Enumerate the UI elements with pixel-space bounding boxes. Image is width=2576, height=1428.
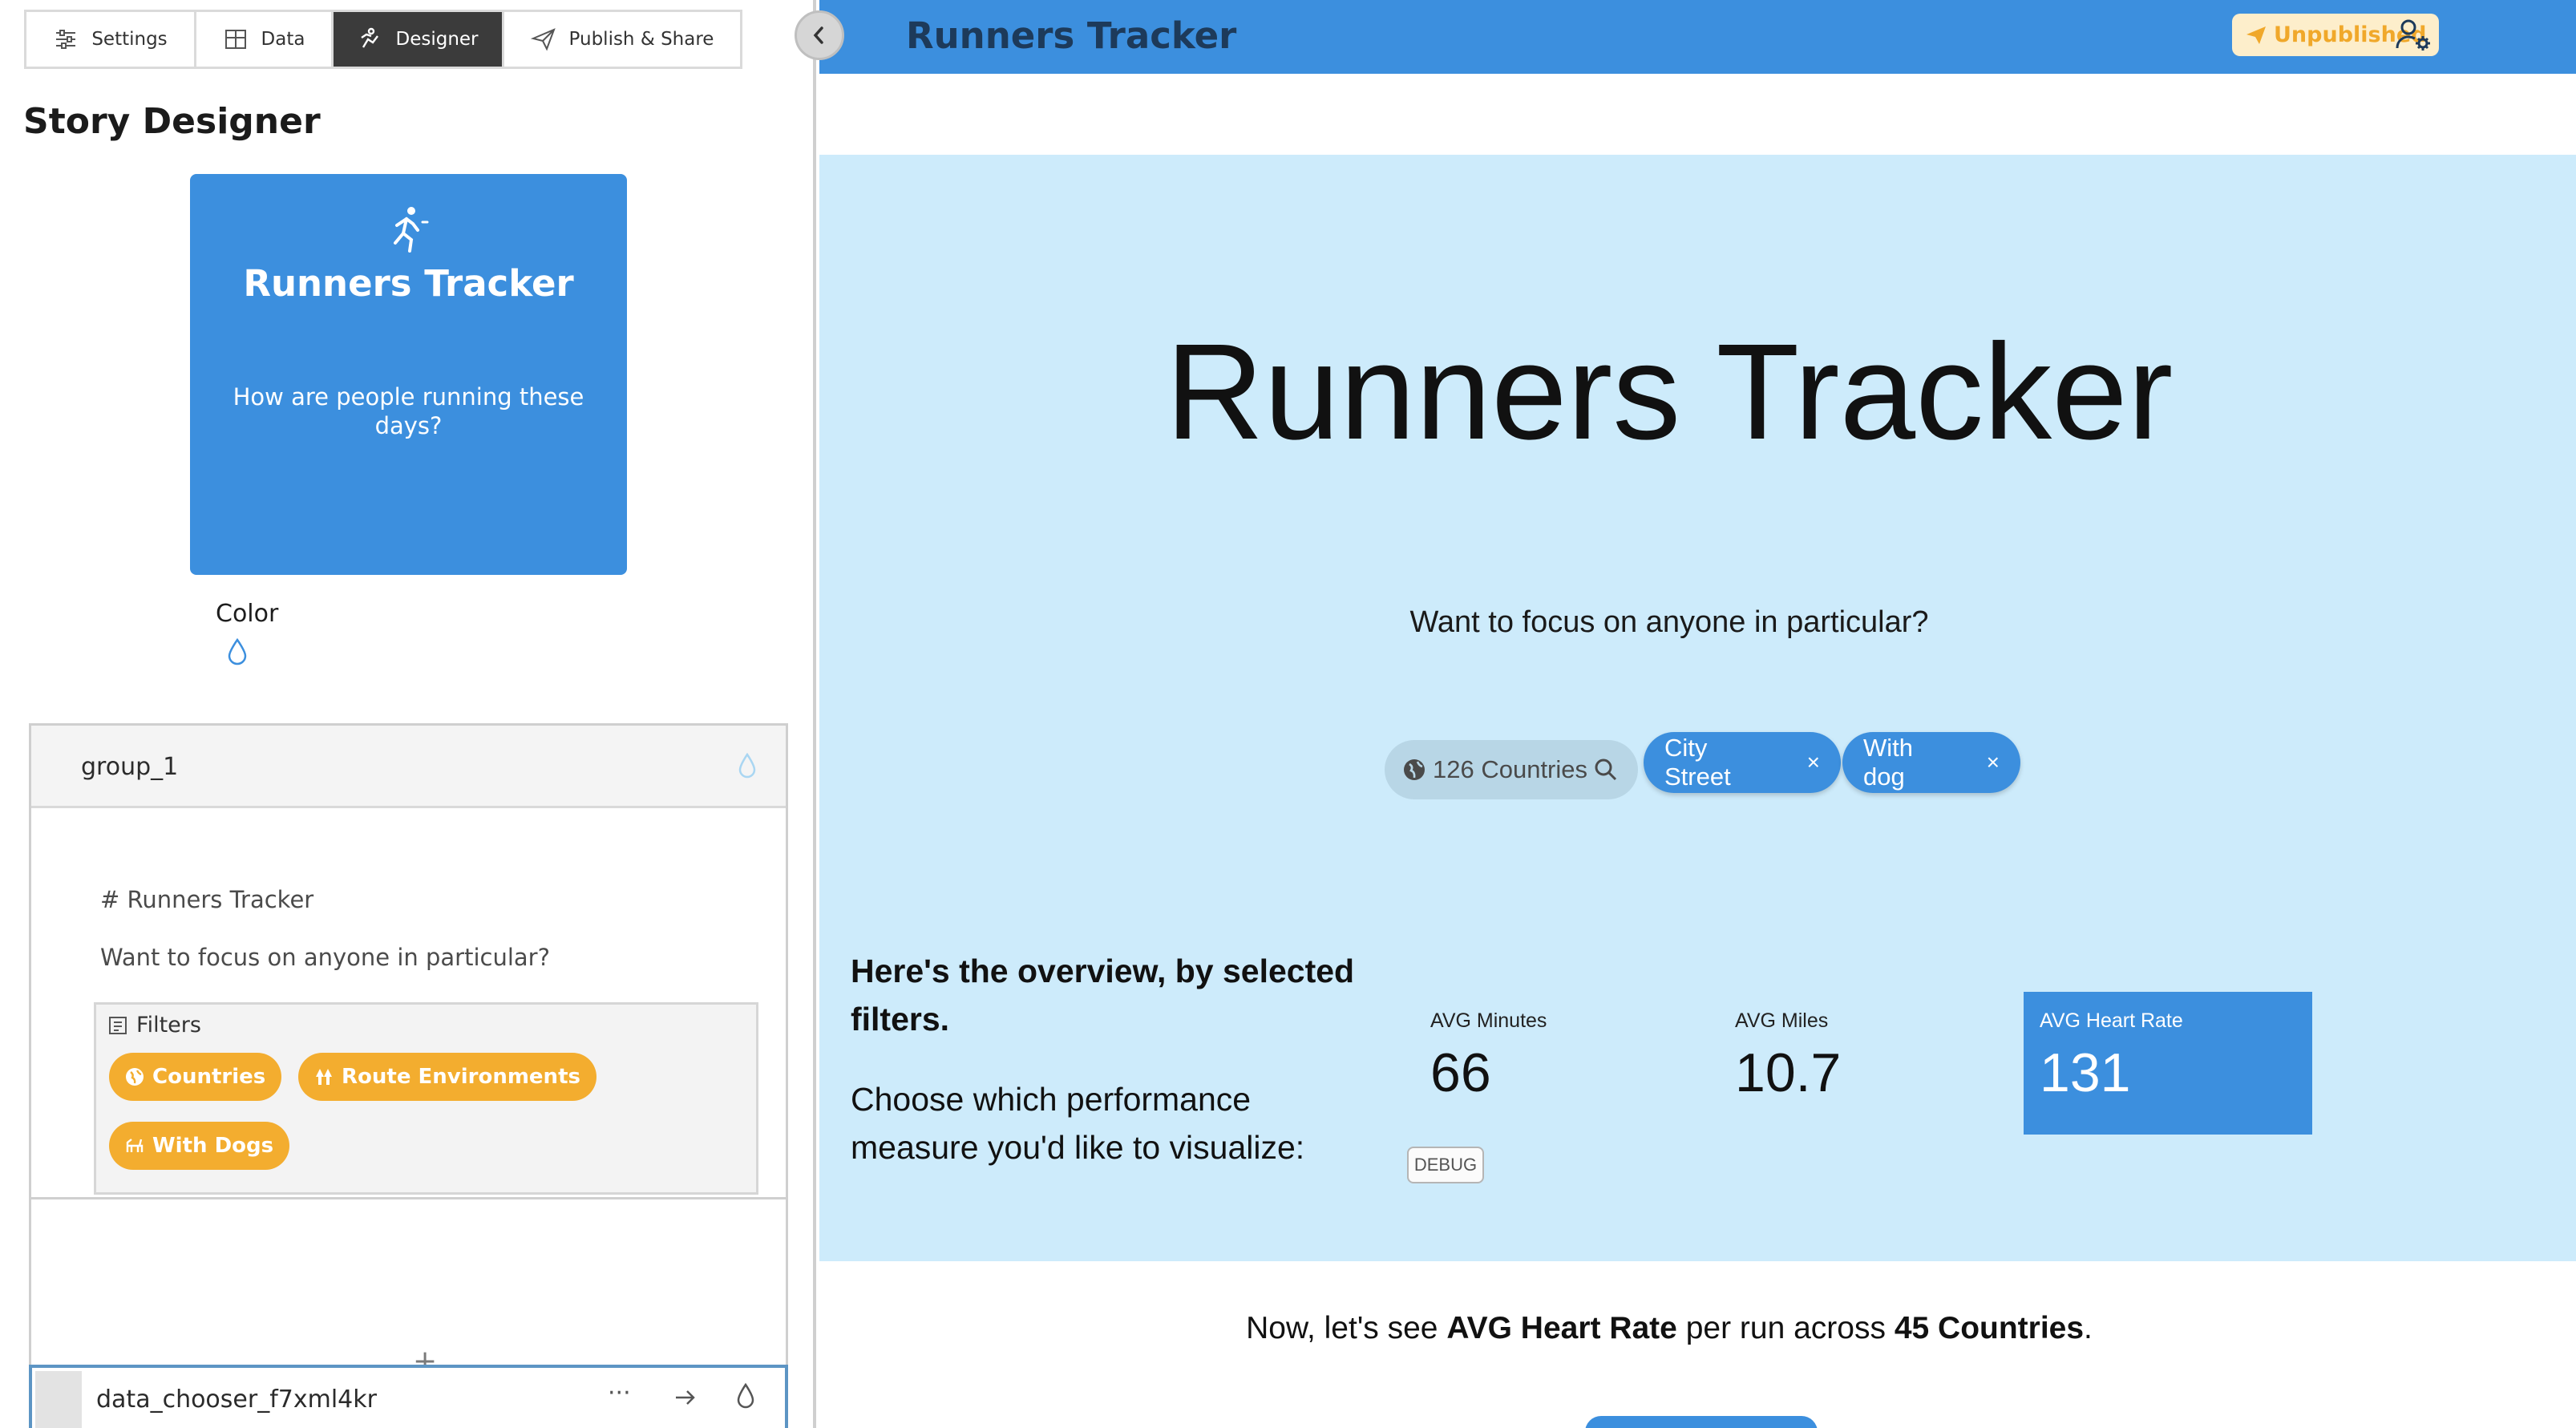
metric-value: 131 <box>2040 1042 2131 1103</box>
debug-button[interactable]: DEBUG <box>1407 1147 1484 1183</box>
tab-publish-share[interactable]: Publish & Share <box>504 12 740 67</box>
more-options-button[interactable]: ··· <box>608 1379 631 1407</box>
overview-heading: Here's the overview, by selected filters… <box>851 953 1355 1038</box>
metric-card-avg-miles[interactable]: AVG Miles 10.7 <box>1719 992 2008 1135</box>
markdown-text[interactable]: Want to focus on anyone in particular? <box>100 944 550 971</box>
filter-chip-with-dogs[interactable]: With Dogs <box>109 1122 290 1170</box>
selected-chip-city-street[interactable]: City Street × <box>1644 732 1841 793</box>
next-button[interactable] <box>1585 1416 1818 1428</box>
tab-settings-label: Settings <box>91 29 168 50</box>
tab-data-label: Data <box>261 29 305 50</box>
hero-section: Runners Tracker Want to focus on anyone … <box>819 155 2576 1261</box>
data-chooser-block[interactable]: data_chooser_f7xml4kr ··· <box>29 1365 788 1428</box>
close-icon[interactable]: × <box>1807 750 1820 775</box>
tab-designer[interactable]: Designer <box>334 12 504 67</box>
summary-metric: AVG Heart Rate <box>1446 1311 1677 1345</box>
drag-handle[interactable] <box>35 1371 82 1428</box>
summary-prefix: Now, let's see <box>1246 1311 1447 1345</box>
send-icon <box>2246 26 2266 44</box>
metric-card-avg-minutes[interactable]: AVG Minutes 66 <box>1414 992 1703 1135</box>
group-header[interactable]: group_1 <box>31 726 786 808</box>
summary-suffix: . <box>2084 1311 2093 1345</box>
hero-title: Runners Tracker <box>1165 316 2174 468</box>
block-name: data_chooser_f7xml4kr <box>96 1386 377 1414</box>
cover-title: Runners Tracker <box>243 262 574 305</box>
app-title: Runners Tracker <box>906 14 1237 57</box>
filter-chip-label: Countries <box>152 1065 266 1089</box>
app-header: Runners Tracker Unpublished <box>819 0 2576 74</box>
country-filter-label: 126 Countries <box>1433 755 1588 783</box>
panel-tabs: Settings Data Designer Publish & Share <box>24 10 742 69</box>
selected-chip-with-dog[interactable]: With dog × <box>1842 732 2020 793</box>
trees-icon <box>316 1069 332 1085</box>
filter-chip-countries[interactable]: Countries <box>109 1053 282 1101</box>
metric-value: 66 <box>1430 1042 1491 1103</box>
tab-designer-label: Designer <box>395 29 479 50</box>
arrow-right-icon[interactable] <box>672 1384 699 1411</box>
cover-card[interactable]: Runners Tracker How are people running t… <box>190 174 627 575</box>
dog-icon <box>126 1139 144 1152</box>
filter-chip-label: Route Environments <box>342 1065 580 1089</box>
filter-chip-route-environments[interactable]: Route Environments <box>298 1053 596 1101</box>
cover-subtitle: How are people running these days? <box>233 383 584 439</box>
summary-scope: 45 Countries <box>1894 1311 2085 1345</box>
filter-chip-label: With Dogs <box>152 1134 274 1158</box>
designer-icon <box>361 27 379 48</box>
filter-list-icon <box>109 1017 127 1034</box>
collapse-panel-button[interactable] <box>795 10 844 60</box>
metric-label: AVG Minutes <box>1430 1009 1547 1032</box>
chip-label: With dog <box>1863 734 1913 791</box>
filters-block[interactable]: Filters Countries Route Environments Wit… <box>94 1002 758 1195</box>
tab-settings[interactable]: Settings <box>26 12 196 67</box>
metric-card-avg-heart-rate[interactable]: AVG Heart Rate 131 <box>2024 992 2312 1135</box>
color-label: Color <box>216 600 279 628</box>
metric-label: AVG Miles <box>1735 1009 1829 1032</box>
country-filter-chip[interactable]: 126 Countries <box>1385 740 1638 799</box>
droplet-icon[interactable] <box>736 1382 755 1410</box>
globe-icon <box>1404 759 1425 780</box>
user-settings-icon[interactable] <box>2394 16 2432 55</box>
group-name: group_1 <box>81 753 179 781</box>
tab-publish-label: Publish & Share <box>568 29 714 50</box>
sliders-icon <box>56 30 76 49</box>
overview-instruction: Choose which performance measure you'd l… <box>851 1081 1305 1166</box>
divider <box>31 1197 786 1199</box>
close-icon[interactable]: × <box>1987 750 2000 775</box>
panel-title: Story Designer <box>23 101 321 142</box>
tab-data[interactable]: Data <box>196 12 334 67</box>
droplet-icon[interactable] <box>227 638 248 665</box>
filters-label: Filters <box>136 1013 201 1038</box>
summary-middle: per run across <box>1676 1311 1895 1345</box>
summary-text: Now, let's see AVG Heart Rate per run ac… <box>819 1311 2519 1346</box>
send-icon <box>530 28 556 51</box>
story-preview: Runners Tracker Unpublished Runners Trac… <box>819 0 2576 1428</box>
group-card: group_1 # Runners Tracker Want to focus … <box>29 723 788 1428</box>
droplet-icon[interactable] <box>738 753 757 779</box>
markdown-heading[interactable]: # Runners Tracker <box>100 886 313 913</box>
chevron-left-icon <box>813 26 823 44</box>
chip-label: City Street <box>1664 734 1731 791</box>
globe-icon <box>126 1068 144 1086</box>
metric-label: AVG Heart Rate <box>2040 1009 2183 1032</box>
metric-value: 10.7 <box>1735 1042 1842 1103</box>
table-icon <box>224 30 246 49</box>
search-icon <box>1595 758 1617 781</box>
runner-icon <box>394 207 429 253</box>
designer-panel: Settings Data Designer Publish & Share S… <box>0 0 816 1428</box>
hero-subtitle: Want to focus on anyone in particular? <box>1409 605 1929 639</box>
